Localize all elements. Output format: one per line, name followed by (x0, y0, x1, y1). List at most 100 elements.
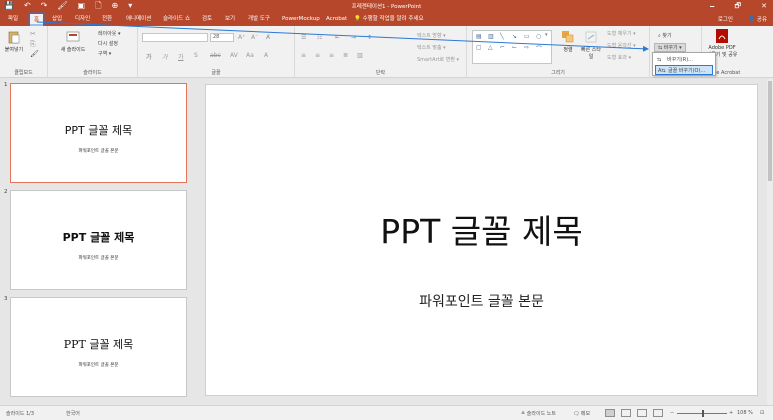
align-right-icon[interactable]: ≡ (329, 52, 334, 59)
tab-design[interactable]: 디자인 (75, 15, 90, 23)
tab-developer[interactable]: 개발 도구 (248, 15, 270, 23)
copy-icon[interactable]: ⎘ (30, 40, 36, 49)
tab-review[interactable]: 검토 (202, 15, 212, 23)
shapes-gallery[interactable]: ▤ ▥ ╲ ↘ ▭ ○ ▢ △ ⌐ ⌙ ⇨ ⌒ ▾ (472, 30, 552, 64)
slide-thumbnail-1[interactable]: PPT 글꼴 제목 파워포인트 글꼴 본문 (10, 83, 187, 183)
slide-title-placeholder[interactable]: PPT 글꼴 제목 (206, 205, 757, 253)
paste-button[interactable]: 붙여넣기 (3, 30, 25, 53)
tab-view[interactable]: 보기 (225, 15, 235, 23)
section-button[interactable]: 구역 ▾ (98, 50, 111, 57)
font-color-icon[interactable]: A (264, 52, 268, 59)
menu-item-replace-fonts[interactable]: A⇆ 글꼴 바꾸기(O)... (655, 65, 713, 75)
slides-group-label: 슬라이드 (83, 70, 102, 76)
reading-view-button[interactable] (637, 409, 647, 417)
oval-shape-icon[interactable]: ○ (536, 33, 541, 40)
line-spacing-icon[interactable]: ↕ (367, 34, 372, 41)
quick-styles-button[interactable]: 빠른 스타일 (580, 30, 602, 60)
elbow-shape-icon[interactable]: ⌐ (500, 44, 505, 51)
scrollbar-thumb[interactable] (768, 81, 772, 181)
find-button[interactable]: ⌕ 찾기 (658, 32, 672, 39)
align-left-icon[interactable]: ≡ (301, 52, 306, 59)
tab-animations[interactable]: 애니메이션 (126, 15, 151, 23)
justify-icon[interactable]: ≣ (343, 52, 348, 59)
right-arrow-shape-icon[interactable]: ⇨ (524, 44, 529, 51)
align-center-icon[interactable]: ≡ (315, 52, 320, 59)
shape-effects-button[interactable]: 도형 효과 ▾ (607, 54, 631, 61)
zoom-slider-thumb[interactable] (702, 410, 704, 417)
notes-button[interactable]: ≜ 슬라이드 노트 (521, 410, 556, 417)
decrease-indent-icon[interactable]: ⇤ (335, 34, 340, 41)
zoom-level[interactable]: 108 % (737, 410, 753, 416)
rectangle-shape-icon[interactable]: ▭ (524, 33, 530, 40)
tab-home[interactable]: 홈 (30, 14, 44, 26)
columns-icon[interactable]: ▥ (357, 52, 363, 59)
close-icon[interactable]: ✕ (761, 0, 767, 12)
format-painter-button-icon[interactable]: 🖌 (30, 50, 39, 58)
minimize-icon[interactable]: 🗕 (710, 0, 715, 12)
paste-icon (8, 31, 20, 44)
menu-item-replace[interactable]: ⇆ 바꾸기(R)... (655, 55, 713, 65)
italic-icon[interactable]: 가 (162, 52, 168, 61)
current-slide[interactable]: PPT 글꼴 제목 파워포인트 글꼴 본문 (205, 84, 758, 396)
clear-format-icon[interactable]: A̸ (266, 34, 270, 41)
share-button[interactable]: 👤 공유 (748, 15, 767, 23)
line-shape-icon[interactable]: ╲ (500, 33, 504, 40)
vertical-scrollbar[interactable] (767, 79, 773, 405)
replace-button[interactable]: ⇆ 바꾸기 ▾ (654, 43, 686, 52)
slide-body-placeholder[interactable]: 파워포인트 글꼴 본문 (206, 291, 757, 311)
vertical-textbox-shape-icon[interactable]: ▥ (488, 33, 494, 40)
tell-me-search[interactable]: 💡 수행할 작업을 알려 주세요 (354, 15, 424, 23)
gallery-more-icon[interactable]: ▾ (545, 32, 548, 38)
connector-shape-icon[interactable]: ⌙ (512, 44, 517, 51)
curly-shape-icon[interactable]: ⌒ (536, 44, 542, 53)
tab-insert[interactable]: 삽입 (52, 15, 62, 23)
shape-outline-button[interactable]: 도형 윤곽선 ▾ (607, 42, 636, 49)
numbering-icon[interactable]: ☷ (317, 34, 322, 41)
tab-acrobat[interactable]: Acrobat (326, 15, 347, 23)
slide-counter: 슬라이드 1/3 (6, 411, 35, 417)
align-text-button[interactable]: 텍스트 맞춤 ▾ (417, 44, 446, 51)
bullets-icon[interactable]: ☰ (301, 34, 306, 41)
arrow-shape-icon[interactable]: ↘ (512, 33, 517, 40)
tab-powermockup[interactable]: PowerMockup (282, 15, 320, 23)
zoom-out-icon[interactable]: − (670, 410, 674, 416)
shrink-font-icon[interactable]: A⁻ (251, 34, 258, 41)
rounded-rect-shape-icon[interactable]: ▢ (476, 44, 482, 51)
comments-button[interactable]: 🗨 메모 (573, 410, 590, 417)
slide-thumbnail-3[interactable]: PPT 글꼴 제목 파워포인트 글꼴 본문 (10, 297, 187, 397)
slideshow-view-button[interactable] (653, 409, 663, 417)
tab-file[interactable]: 파일 (8, 15, 18, 23)
textbox-shape-icon[interactable]: ▤ (476, 33, 482, 40)
reset-button[interactable]: 다시 설정 (98, 40, 118, 47)
font-name-combobox[interactable] (142, 33, 208, 42)
font-size-combobox[interactable]: 28 (210, 33, 234, 42)
shadow-icon[interactable]: S (194, 52, 198, 59)
fit-slide-icon[interactable]: ⊡ (760, 410, 764, 416)
normal-view-button[interactable] (605, 409, 615, 417)
tab-slideshow[interactable]: 슬라이드 쇼 (163, 15, 190, 23)
change-case-icon[interactable]: Aa (246, 52, 254, 59)
status-bar: 슬라이드 1/3 한국어 ≜ 슬라이드 노트 🗨 메모 − + 108 % ⊡ (0, 405, 773, 420)
signin-link[interactable]: 로그인 (718, 15, 733, 23)
replace-dropdown-menu: ⇆ 바꾸기(R)... A⇆ 글꼴 바꾸기(O)... (652, 52, 716, 76)
char-spacing-icon[interactable]: AV (230, 52, 238, 59)
tab-transitions[interactable]: 전환 (102, 15, 112, 23)
slide-thumbnail-2[interactable]: PPT 글꼴 제목 파워포인트 글꼴 본문 (10, 190, 187, 290)
text-direction-button[interactable]: 텍스트 방향 ▾ (417, 32, 446, 39)
layout-button[interactable]: 레이아웃 ▾ (98, 30, 121, 37)
smartart-button[interactable]: SmartArt로 변환 ▾ (417, 56, 459, 63)
increase-indent-icon[interactable]: ⇥ (351, 34, 356, 41)
new-slide-button[interactable]: 새 슬라이드 (58, 30, 88, 53)
bold-icon[interactable]: 가 (146, 52, 152, 61)
zoom-in-icon[interactable]: + (729, 410, 733, 416)
grow-font-icon[interactable]: A⁺ (238, 34, 245, 41)
cut-icon[interactable]: ✂ (30, 30, 36, 38)
maximize-icon[interactable]: 🗗 (735, 0, 742, 12)
triangle-shape-icon[interactable]: △ (488, 44, 493, 51)
shape-fill-button[interactable]: 도형 채우기 ▾ (607, 30, 636, 37)
strikethrough-icon[interactable]: abc (210, 52, 221, 59)
arrange-button[interactable]: 정렬 (557, 30, 579, 53)
slide-sorter-view-button[interactable] (621, 409, 631, 417)
language-indicator[interactable]: 한국어 (66, 410, 80, 417)
underline-icon[interactable]: 가 (178, 52, 184, 61)
